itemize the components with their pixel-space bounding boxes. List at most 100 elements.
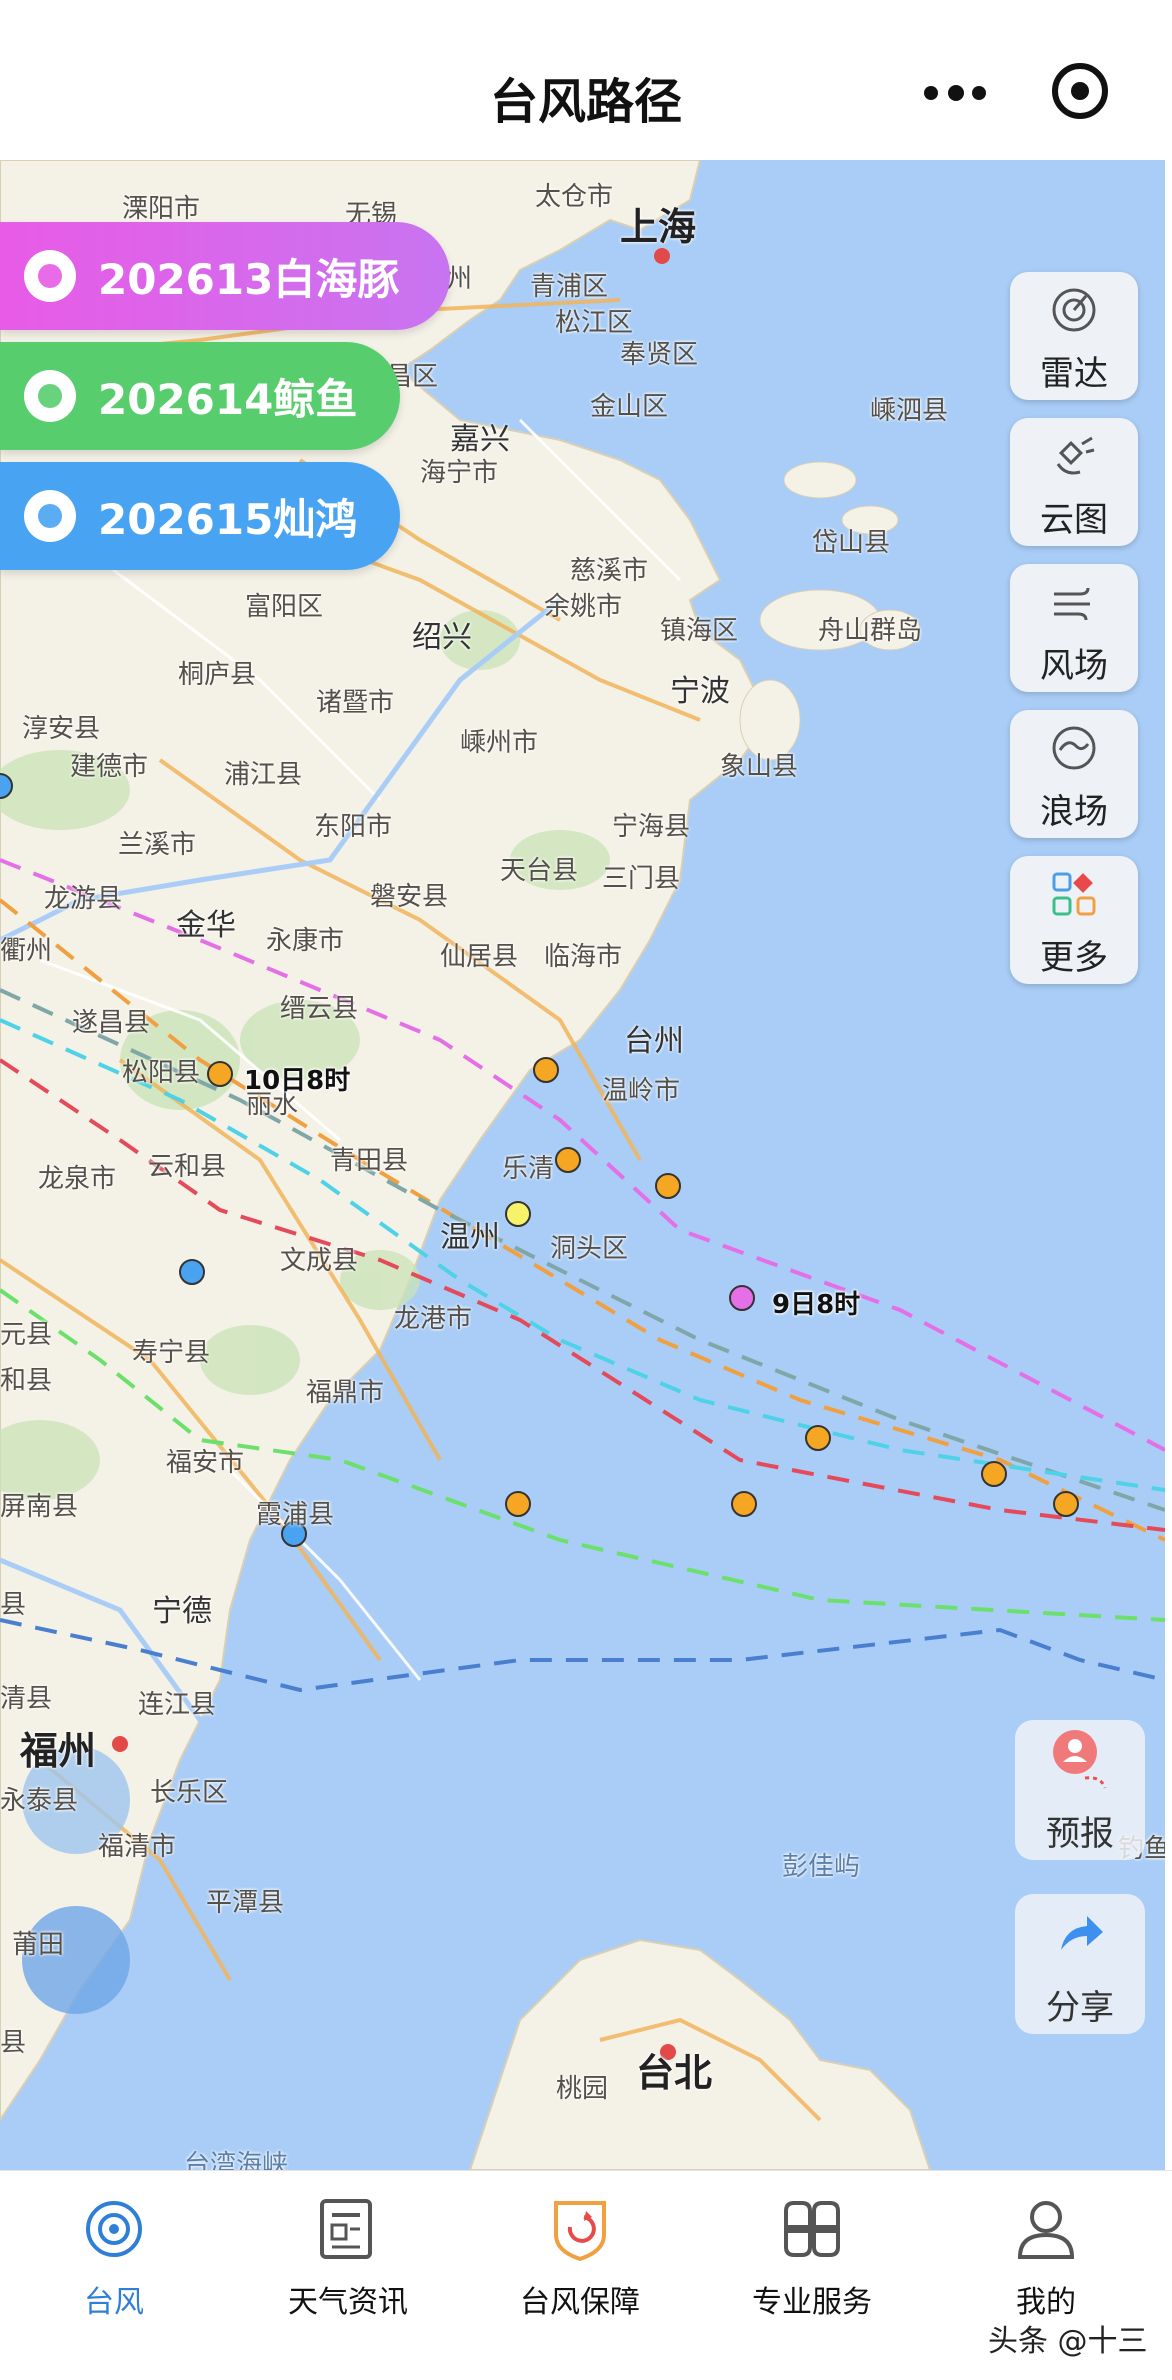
tab-typhoon[interactable]: 台风 — [14, 2189, 214, 2339]
map-label: 文成县 — [280, 1246, 359, 1276]
tab-typhoon-support[interactable]: 台风保障 — [480, 2189, 680, 2339]
map-label: 洞头区 — [550, 1234, 629, 1264]
map-label: 临海市 — [544, 942, 623, 972]
map-label: 绍兴 — [412, 620, 472, 655]
track-point — [729, 1285, 755, 1311]
map-label: 彭佳屿 — [782, 1852, 861, 1882]
tab-weather-news[interactable]: 天气资讯 — [248, 2189, 448, 2339]
more-options-button[interactable] — [920, 62, 990, 122]
map-label: 奉贤区 — [620, 340, 699, 370]
map-label: 寿宁县 — [132, 1338, 211, 1368]
map-label: 福清市 — [98, 1832, 177, 1862]
tool-label: 更多 — [1040, 938, 1108, 978]
map-label: 宁海县 — [612, 812, 691, 842]
track-point — [555, 1147, 581, 1173]
map-label: 富阳区 — [245, 592, 324, 622]
map-label: 龙港市 — [394, 1304, 473, 1334]
map-label: 慈溪市 — [570, 556, 649, 586]
map-label: 上海 — [620, 205, 697, 249]
map-label: 永康市 — [266, 926, 345, 956]
forecast-label: 预报 — [1046, 1814, 1114, 1854]
page-title: 台风路径 — [489, 74, 682, 130]
map-label: 县 — [0, 2028, 27, 2058]
close-miniprogram-button[interactable] — [1052, 63, 1108, 119]
tab-label: 专业服务 — [752, 2285, 872, 2320]
cloud-map-button[interactable]: 云图 — [1010, 418, 1138, 546]
tool-label: 风场 — [1040, 646, 1108, 686]
map-label: 舟山群岛 — [818, 616, 923, 646]
map-label: 缙云县 — [280, 994, 359, 1024]
typhoon-pill-202615[interactable]: 202615灿鸿 — [0, 462, 400, 570]
map-label: 宁德 — [152, 1594, 212, 1629]
tab-label: 台风 — [84, 2285, 144, 2320]
map-label: 龙游县 — [44, 884, 123, 914]
track-time-label: 9日8时 — [772, 1290, 861, 1320]
map-label: 温岭市 — [602, 1076, 681, 1106]
map-label: 莆田 — [12, 1930, 65, 1960]
wave-field-button[interactable]: 浪场 — [1010, 710, 1138, 838]
share-button[interactable]: 分享 — [1015, 1894, 1145, 2034]
map-label: 镇海区 — [660, 616, 739, 646]
typhoon-map[interactable]: 溧阳市 无锡 太仓市 上海 無州 青浦区 松江区 奉贤区 昌区 金山区 嵊泗县 … — [0, 160, 1165, 2170]
map-label: 福州 — [20, 1729, 97, 1773]
map-label: 县 — [0, 1590, 27, 1620]
map-label: 建德市 — [70, 752, 149, 782]
map-label: 金山区 — [590, 392, 669, 422]
map-label: 诸暨市 — [316, 688, 395, 718]
typhoon-pill-202614[interactable]: 202614鲸鱼 — [0, 342, 400, 450]
map-label: 金华 — [176, 908, 236, 943]
typhoon-pill-202613[interactable]: 202613白海豚 — [0, 222, 450, 330]
map-label: 桃园 — [556, 2074, 609, 2104]
wave-icon — [1052, 726, 1096, 770]
dot-icon — [924, 86, 938, 100]
map-label: 青田县 — [330, 1146, 409, 1176]
tab-label: 我的 — [1016, 2285, 1076, 2320]
track-point — [655, 1173, 681, 1199]
map-label: 福鼎市 — [306, 1378, 385, 1408]
map-label: 云和县 — [148, 1152, 227, 1182]
map-label: 龙泉市 — [38, 1164, 117, 1194]
typhoon-icon — [24, 250, 76, 302]
map-label: 台北 — [636, 2051, 713, 2095]
wind-field-button[interactable]: 风场 — [1010, 564, 1138, 692]
map-label: 桐庐县 — [178, 660, 257, 690]
tab-label: 天气资讯 — [288, 2285, 408, 2320]
share-arrow-icon — [1061, 1916, 1103, 1950]
typhoon-pill-label: 202614鲸鱼 — [98, 374, 358, 424]
map-label: 平潭县 — [206, 1888, 285, 1918]
tab-pro-services[interactable]: 专业服务 — [712, 2189, 912, 2339]
tool-label: 雷达 — [1040, 354, 1108, 394]
more-tools-button[interactable]: 更多 — [1010, 856, 1138, 984]
map-label: 元县 — [0, 1320, 53, 1350]
tool-label: 云图 — [1040, 500, 1108, 540]
track-time-label: 10日8时 — [244, 1066, 351, 1096]
track-point — [1053, 1491, 1079, 1517]
map-label: 三门县 — [602, 864, 681, 894]
user-icon — [1017, 2201, 1075, 2259]
typhoon-pill-label: 202615灿鸿 — [98, 494, 358, 544]
typhoon-pill-label: 202613白海豚 — [98, 254, 400, 304]
map-label: 台湾海峡 — [184, 2150, 289, 2170]
radar-button[interactable]: 雷达 — [1010, 272, 1138, 400]
map-label: 青浦区 — [530, 272, 609, 302]
radar-icon — [1052, 288, 1096, 332]
map-label: 和县 — [0, 1366, 53, 1396]
track-point — [505, 1491, 531, 1517]
map-label: 台州 — [624, 1024, 684, 1059]
map-label: 宁波 — [670, 674, 730, 709]
satellite-icon — [1056, 436, 1095, 475]
more-grid-icon — [1052, 872, 1096, 916]
share-label: 分享 — [1046, 1988, 1114, 2028]
track-point — [805, 1425, 831, 1451]
map-label: 海宁市 — [420, 458, 499, 488]
wind-icon — [1054, 587, 1090, 621]
map-label: 余姚市 — [544, 592, 623, 622]
map-label: 松阳县 — [122, 1058, 201, 1088]
map-label: 岱山县 — [812, 528, 891, 558]
forecast-button[interactable]: 预报 — [1015, 1720, 1145, 1860]
island — [783, 461, 857, 499]
typhoon-icon — [24, 370, 76, 422]
typhoon-icon — [86, 2201, 142, 2257]
track-point — [207, 1061, 233, 1087]
map-label: 东阳市 — [314, 812, 393, 842]
